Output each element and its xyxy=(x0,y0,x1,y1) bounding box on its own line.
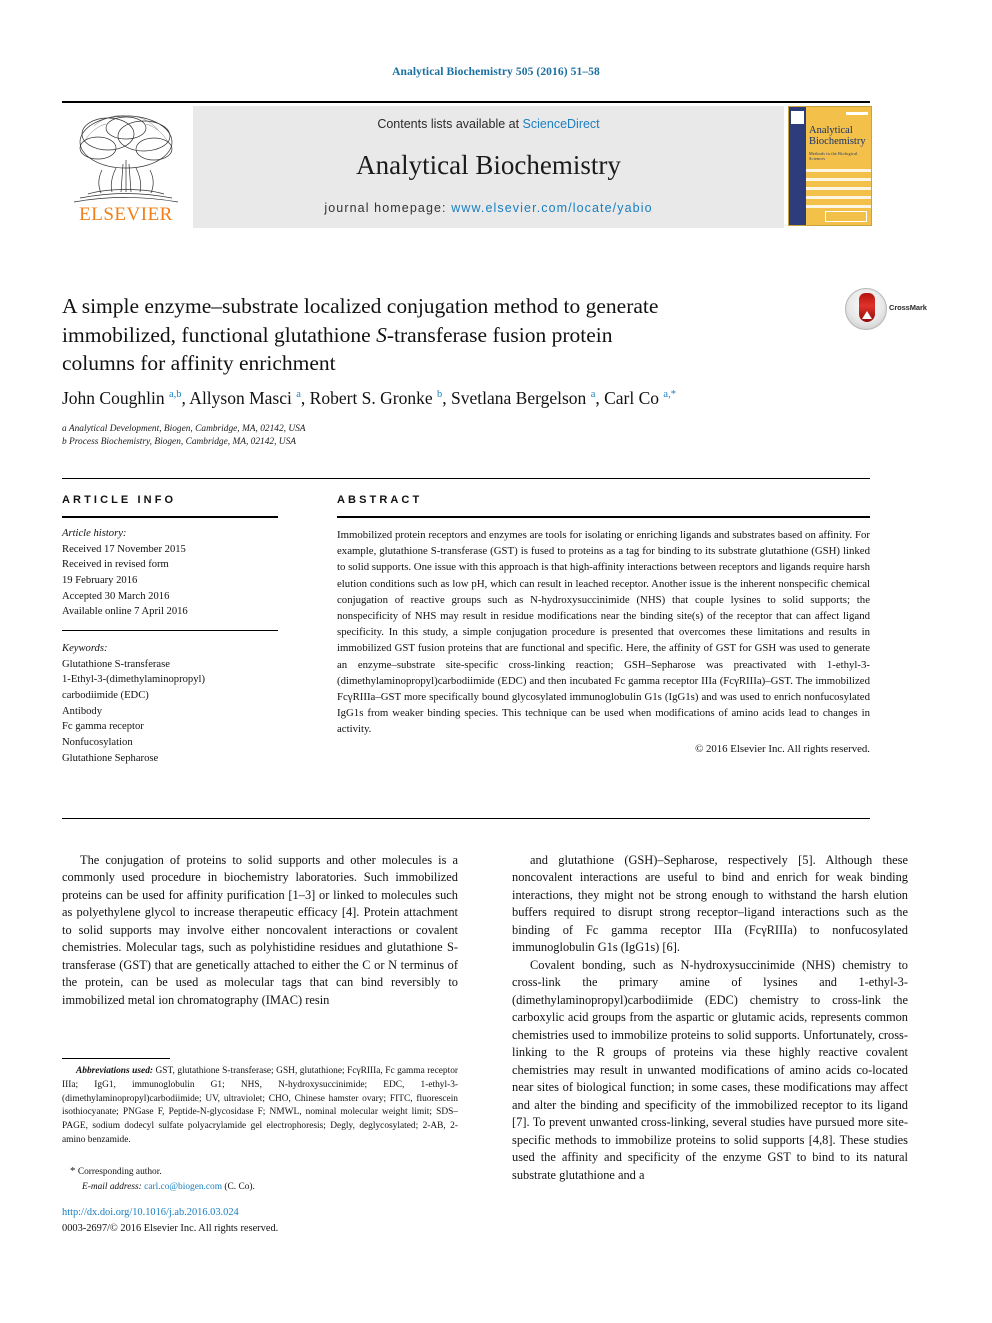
corresponding-author-label: Corresponding author. xyxy=(77,1167,162,1177)
cover-elsevier-icon xyxy=(791,111,804,124)
keywords-block: Keywords: Glutathione S-transferase 1-Et… xyxy=(62,641,312,766)
keyword-item: Glutathione Sepharose xyxy=(62,752,159,764)
title-line-2-italic: S xyxy=(376,322,387,347)
cover-subtitle: Methods in the Biological Sciences xyxy=(809,151,858,161)
keywords-separator-rule xyxy=(62,630,278,632)
abstract-copyright: © 2016 Elsevier Inc. All rights reserved… xyxy=(695,743,870,756)
abstract-rule xyxy=(337,516,870,518)
article-info-heading: ARTICLE INFO xyxy=(62,494,177,506)
abstract-text: Immobilized protein receptors and enzyme… xyxy=(337,529,870,736)
email-suffix: (C. Co). xyxy=(224,1181,255,1192)
journal-cover-thumbnail: Analytical Biochemistry Methods in the B… xyxy=(788,106,872,226)
keywords-label: Keywords: xyxy=(62,643,108,655)
body-paragraph: Covalent bonding, such as N-hydroxysucci… xyxy=(512,957,908,1182)
contents-available-line: Contents lists available at ScienceDirec… xyxy=(193,117,784,131)
corresponding-author-footnote: * Corresponding author. E-mail address: … xyxy=(70,1163,458,1194)
doi-link[interactable]: http://dx.doi.org/10.1016/j.ab.2016.03.0… xyxy=(62,1207,239,1218)
running-head: Analytical Biochemistry 505 (2016) 51–58 xyxy=(392,66,600,78)
homepage-label: journal homepage: xyxy=(324,201,452,215)
journal-title: Analytical Biochemistry xyxy=(356,150,621,180)
cover-spine xyxy=(789,107,806,225)
cover-title: Analytical Biochemistry xyxy=(809,125,866,148)
body-paragraph: and glutathione (GSH)–Sepharose, respect… xyxy=(512,853,908,955)
elsevier-wordmark: ELSEVIER xyxy=(79,204,173,225)
footnote-rule xyxy=(62,1058,170,1059)
history-item: Accepted 30 March 2016 xyxy=(62,590,170,602)
affiliation-a: a Analytical Development, Biogen, Cambri… xyxy=(62,424,306,434)
email-label: E-mail address: xyxy=(82,1181,142,1192)
elsevier-logo: ELSEVIER xyxy=(62,106,188,228)
info-band-bottom-rule xyxy=(62,818,870,819)
history-item: Received 17 November 2015 xyxy=(62,543,186,555)
asterisk-icon: * xyxy=(70,1165,76,1177)
cover-bottom-box xyxy=(825,211,867,222)
cover-top-bar xyxy=(846,112,868,115)
info-band-top-rule xyxy=(62,478,870,479)
title-line-2a: immobilized, functional glutathione xyxy=(62,322,377,347)
title-line-1: A simple enzyme–substrate localized conj… xyxy=(62,294,659,318)
article-history: Article history: Received 17 November 20… xyxy=(62,526,312,620)
journal-homepage-line: journal homepage: www.elsevier.com/locat… xyxy=(193,201,784,215)
abbreviations-text: GST, glutathione S-transferase; GSH, glu… xyxy=(62,1066,459,1146)
issn-copyright: 0003-2697/© 2016 Elsevier Inc. All right… xyxy=(62,1223,279,1234)
keyword-item: Nonfucosylation xyxy=(62,737,133,749)
crossmark-icon xyxy=(845,288,887,330)
author-list: John Coughlin a,b, Allyson Masci a, Robe… xyxy=(62,388,676,408)
history-item: 19 February 2016 xyxy=(62,575,138,587)
email-link[interactable]: carl.co@biogen.com xyxy=(144,1182,222,1192)
article-first-page: Analytical Biochemistry 505 (2016) 51–58 xyxy=(0,0,992,1323)
elsevier-tree-icon xyxy=(73,115,179,203)
article-info-column: ARTICLE INFO Article history: Received 1… xyxy=(62,494,312,766)
contents-label: Contents lists available at xyxy=(377,117,523,131)
journal-masthead: ELSEVIER Contents lists available at Sci… xyxy=(62,106,872,228)
abstract-column: ABSTRACT Immobilized protein receptors a… xyxy=(337,494,870,755)
body-column-left: The conjugation of proteins to solid sup… xyxy=(62,852,458,1009)
journal-banner: Contents lists available at ScienceDirec… xyxy=(193,106,784,228)
abstract-heading: ABSTRACT xyxy=(337,494,423,506)
sciencedirect-link[interactable]: ScienceDirect xyxy=(523,117,600,131)
crossmark-badge[interactable]: CrossMark xyxy=(845,288,927,334)
homepage-url-link[interactable]: www.elsevier.com/locate/yabio xyxy=(451,201,652,215)
title-line-3: columns for affinity enrichment xyxy=(62,351,336,376)
email-line: E-mail address: carl.co@biogen.com (C. C… xyxy=(82,1180,458,1194)
keyword-item: Glutathione S-transferase xyxy=(62,658,170,670)
history-item: Available online 7 April 2016 xyxy=(62,606,188,618)
history-item: Received in revised form xyxy=(62,559,169,571)
article-info-rule xyxy=(62,516,278,518)
article-history-label: Article history: xyxy=(62,528,127,539)
body-paragraph: The conjugation of proteins to solid sup… xyxy=(62,853,458,1007)
title-line-2b: -transferase fusion protein xyxy=(386,322,613,347)
crossmark-label: CrossMark xyxy=(889,303,927,312)
keyword-item: 1-Ethyl-3-(dimethylaminopropyl) xyxy=(62,674,205,686)
keyword-item: Antibody xyxy=(62,705,103,717)
keyword-item: carbodiimide (EDC) xyxy=(62,690,149,702)
affiliation-b: b Process Biochemistry, Biogen, Cambridg… xyxy=(62,437,296,448)
affiliations: a Analytical Development, Biogen, Cambri… xyxy=(62,423,892,450)
keyword-item: Fc gamma receptor xyxy=(62,721,144,733)
page-title: A simple enzyme–substrate localized conj… xyxy=(62,292,762,378)
body-column-right: and glutathione (GSH)–Sepharose, respect… xyxy=(512,852,908,1184)
abbreviations-label: Abbreviations used: xyxy=(76,1066,154,1076)
masthead-top-rule xyxy=(62,101,870,103)
abbreviations-footnote: Abbreviations used: GST, glutathione S-t… xyxy=(62,1065,458,1148)
